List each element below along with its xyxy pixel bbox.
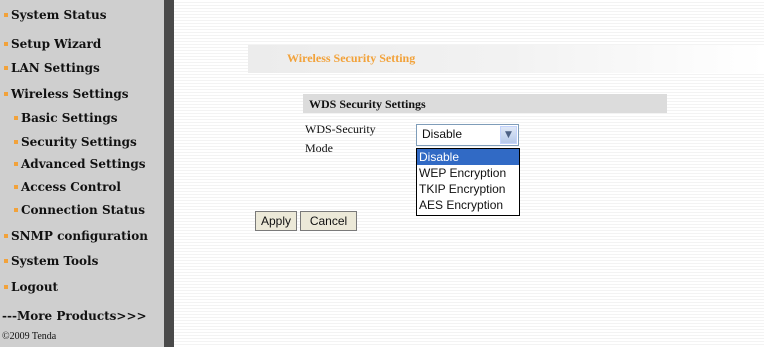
- sidebar-item-wireless-settings[interactable]: Wireless Settings: [4, 84, 128, 104]
- sidebar-item-system-tools[interactable]: System Tools: [4, 251, 98, 271]
- sidebar-item-logout[interactable]: Logout: [4, 277, 58, 297]
- bullet-icon: [4, 233, 8, 238]
- bullet-icon: [4, 258, 8, 263]
- sidebar-item-lan-settings[interactable]: LAN Settings: [4, 58, 100, 78]
- bullet-icon: [4, 65, 8, 70]
- sidebar-item-advanced-settings[interactable]: Advanced Settings: [14, 154, 146, 174]
- option-disable[interactable]: Disable: [417, 149, 519, 165]
- bullet-icon: [14, 184, 18, 189]
- sidebar-item-snmp-configuration[interactable]: SNMP configuration: [4, 226, 148, 246]
- select-value: Disable: [422, 127, 463, 141]
- option-wep-encryption[interactable]: WEP Encryption: [417, 165, 519, 181]
- copyright-text: ©2009 Tenda: [2, 331, 57, 342]
- sidebar-item-connection-status[interactable]: Connection Status: [14, 200, 145, 220]
- chevron-down-icon[interactable]: ▼: [500, 126, 517, 144]
- bullet-icon: [4, 41, 8, 46]
- apply-button[interactable]: Apply: [255, 211, 297, 231]
- option-tkip-encryption[interactable]: TKIP Encryption: [417, 181, 519, 197]
- bullet-icon: [14, 207, 18, 212]
- wds-section-title: WDS Security Settings: [309, 97, 426, 111]
- page-title: Wireless Security Setting: [287, 51, 416, 65]
- option-aes-encryption[interactable]: AES Encryption: [417, 197, 519, 213]
- more-products-link[interactable]: ---More Products>>>: [2, 309, 147, 323]
- sidebar-item-access-control[interactable]: Access Control: [14, 177, 121, 197]
- sidebar-item-security-settings[interactable]: Security Settings: [14, 132, 137, 152]
- cancel-button[interactable]: Cancel: [300, 211, 357, 231]
- bullet-icon: [4, 12, 8, 17]
- bullet-icon: [14, 161, 18, 166]
- sidebar-item-system-status[interactable]: System Status: [4, 5, 106, 25]
- wds-security-mode-dropdown: Disable WEP Encryption TKIP Encryption A…: [416, 148, 520, 216]
- bullet-icon: [14, 115, 18, 120]
- wds-security-mode-select[interactable]: Disable ▼: [416, 124, 519, 146]
- sidebar-item-setup-wizard[interactable]: Setup Wizard: [4, 34, 101, 54]
- sidebar-item-basic-settings[interactable]: Basic Settings: [14, 108, 118, 128]
- wds-security-mode-label: WDS-Security Mode: [305, 122, 376, 155]
- sidebar-divider: [164, 0, 174, 347]
- bullet-icon: [14, 139, 18, 144]
- bullet-icon: [4, 91, 8, 96]
- bullet-icon: [4, 284, 8, 289]
